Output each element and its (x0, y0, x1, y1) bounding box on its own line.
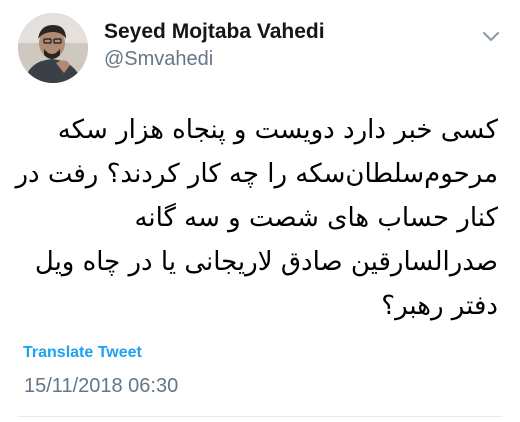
tweet-line: صدرالسارقین صادق لاریجانی یا در چاه ویل (34, 247, 498, 277)
chevron-down-icon[interactable] (478, 26, 504, 46)
tweet-line: کنار حساب های شصت و سه گانه (134, 203, 498, 233)
tweet-card: Seyed Mojtaba Vahedi @Smvahedi کسی خبر د… (0, 0, 520, 422)
avatar[interactable] (18, 13, 88, 83)
author-handle[interactable]: @Smvahedi (104, 48, 213, 71)
translate-tweet-link[interactable]: Translate Tweet (23, 344, 142, 362)
tweet-line: کسی خبر دارد دویست و پنجاه هزار سکه (57, 115, 498, 145)
tweet-timestamp[interactable]: 15/11/2018 06:30 (24, 375, 178, 398)
tweet-text: کسی خبر دارد دویست و پنجاه هزار سکه مرحو… (15, 108, 498, 328)
divider (18, 416, 502, 417)
profile-photo-icon (18, 13, 88, 83)
tweet-line: مرحوم‌سلطان‌سکه را چه کار کردند؟ رفت در (15, 159, 498, 189)
author-display-name[interactable]: Seyed Mojtaba Vahedi (104, 20, 325, 44)
tweet-line: دفتر رهبر؟ (381, 291, 498, 321)
